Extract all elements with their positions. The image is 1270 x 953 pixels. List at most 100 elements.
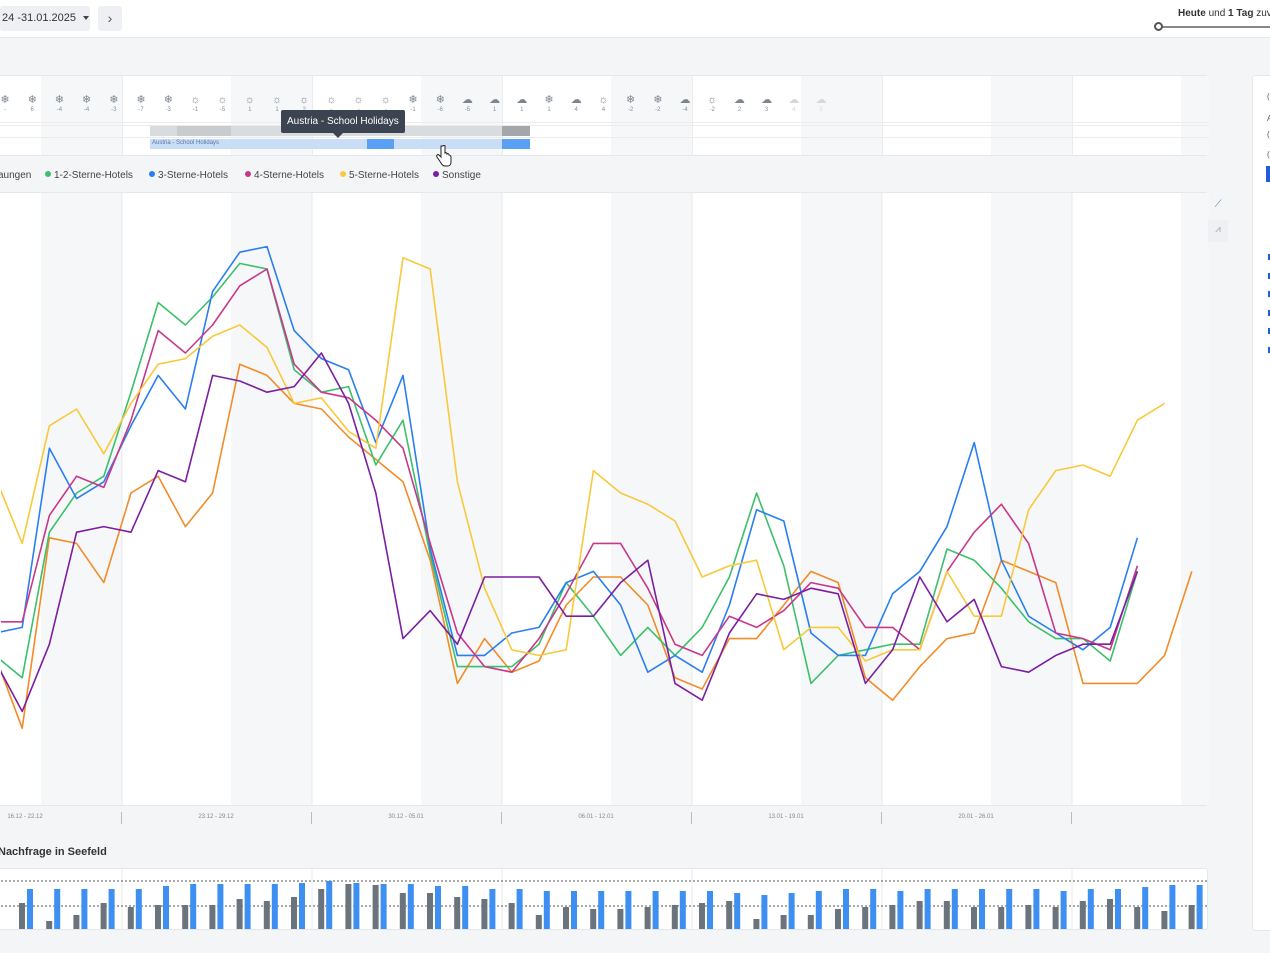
series-line[interactable] bbox=[1, 352, 1139, 713]
demand-bar-current[interactable] bbox=[951, 889, 958, 929]
demand-bar-previous[interactable] bbox=[263, 901, 270, 929]
series-line[interactable] bbox=[1, 257, 1166, 662]
demand-bar-previous[interactable] bbox=[155, 905, 161, 929]
series-line[interactable] bbox=[1, 262, 1139, 685]
demand-bar-current[interactable] bbox=[516, 889, 523, 929]
demand-bar-previous[interactable] bbox=[563, 907, 569, 929]
demand-bar-previous[interactable] bbox=[780, 915, 787, 929]
demand-bar-previous[interactable] bbox=[535, 915, 542, 929]
demand-bar-previous[interactable] bbox=[209, 905, 216, 929]
comparison-range-slider[interactable] bbox=[1154, 22, 1270, 31]
demand-bar-previous[interactable] bbox=[943, 901, 950, 929]
demand-bar-current[interactable] bbox=[271, 884, 278, 929]
demand-bar-current[interactable] bbox=[1006, 889, 1013, 929]
demand-bar-current[interactable] bbox=[598, 891, 605, 929]
demand-bar-current[interactable] bbox=[326, 881, 333, 929]
demand-bar-current[interactable] bbox=[1115, 889, 1121, 929]
demand-bar-previous[interactable] bbox=[127, 907, 134, 929]
demand-bar-previous[interactable] bbox=[427, 893, 433, 929]
demand-bar-current[interactable] bbox=[761, 895, 768, 929]
demand-bar-previous[interactable] bbox=[862, 907, 869, 929]
demand-bar-current[interactable] bbox=[734, 893, 741, 929]
demand-bar-previous[interactable] bbox=[46, 921, 53, 929]
next-period-button[interactable]: › bbox=[98, 6, 122, 31]
demand-bar-previous[interactable] bbox=[1134, 907, 1141, 929]
demand-bar-previous[interactable] bbox=[454, 897, 461, 929]
demand-bar-current[interactable] bbox=[924, 889, 931, 929]
demand-bar-previous[interactable] bbox=[182, 905, 189, 929]
demand-bar-current[interactable] bbox=[217, 884, 224, 929]
demand-bar-previous[interactable] bbox=[1025, 905, 1032, 929]
legend-item[interactable]: 4-Sterne-Hotels bbox=[245, 170, 324, 181]
event-bar-dark[interactable] bbox=[502, 126, 530, 136]
demand-bar-previous[interactable] bbox=[1052, 907, 1059, 929]
demand-bar-current[interactable] bbox=[190, 884, 197, 929]
demand-bar-current[interactable] bbox=[81, 889, 88, 929]
demand-bar-previous[interactable] bbox=[1161, 911, 1168, 929]
legend-item[interactable]: 1-2-Sterne-Hotels bbox=[45, 170, 133, 181]
demand-bar-previous[interactable] bbox=[699, 903, 705, 929]
demand-bar-previous[interactable] bbox=[372, 885, 379, 929]
demand-bar-current[interactable] bbox=[1196, 885, 1203, 929]
demand-bar-previous[interactable] bbox=[19, 903, 25, 929]
demand-bar-current[interactable] bbox=[543, 891, 550, 929]
demand-bar-current[interactable] bbox=[815, 891, 822, 929]
demand-bar-previous[interactable] bbox=[590, 909, 597, 929]
demand-bar-previous[interactable] bbox=[481, 899, 488, 929]
demand-bar-current[interactable] bbox=[897, 891, 904, 929]
demand-bar-current[interactable] bbox=[843, 889, 849, 929]
demand-bar-current[interactable] bbox=[1169, 885, 1176, 929]
demand-bar-current[interactable] bbox=[707, 891, 713, 929]
demand-bar-previous[interactable] bbox=[399, 893, 406, 929]
demand-bar-previous[interactable] bbox=[671, 905, 678, 929]
demand-bar-current[interactable] bbox=[870, 889, 877, 929]
demand-bar-previous[interactable] bbox=[1107, 899, 1113, 929]
demand-bar-previous[interactable] bbox=[807, 915, 814, 929]
event-bar[interactable] bbox=[177, 126, 231, 136]
demand-bar-current[interactable] bbox=[1142, 887, 1149, 929]
demand-bar-current[interactable] bbox=[1033, 889, 1040, 929]
series-line[interactable] bbox=[1, 245, 1139, 674]
demand-bar-previous[interactable] bbox=[508, 903, 515, 929]
demand-bar-previous[interactable] bbox=[726, 901, 733, 929]
legend-item[interactable]: aungen bbox=[0, 170, 31, 181]
demand-bar-previous[interactable] bbox=[998, 907, 1005, 929]
demand-bar-previous[interactable] bbox=[617, 909, 624, 929]
demand-bar-previous[interactable] bbox=[835, 909, 841, 929]
demand-bar-current[interactable] bbox=[353, 883, 360, 929]
slider-handle[interactable] bbox=[1154, 22, 1163, 31]
demand-bar-current[interactable] bbox=[380, 884, 387, 929]
demand-bar-previous[interactable] bbox=[1079, 901, 1086, 929]
demand-bar-previous[interactable] bbox=[73, 915, 80, 929]
demand-bar-previous[interactable] bbox=[318, 889, 325, 929]
demand-bar-current[interactable] bbox=[1087, 889, 1094, 929]
demand-bar-current[interactable] bbox=[979, 889, 985, 929]
demand-bar-previous[interactable] bbox=[1188, 905, 1195, 929]
demand-bar-current[interactable] bbox=[571, 891, 577, 929]
line-chart-icon[interactable]: ⟋ bbox=[1208, 195, 1228, 217]
demand-bar-previous[interactable] bbox=[916, 901, 923, 929]
demand-bar-previous[interactable] bbox=[971, 907, 977, 929]
demand-bar-previous[interactable] bbox=[345, 884, 352, 929]
demand-bar-current[interactable] bbox=[462, 886, 469, 929]
demand-bar-current[interactable] bbox=[299, 883, 305, 929]
demand-bar-current[interactable] bbox=[407, 884, 414, 929]
demand-bar-current[interactable] bbox=[163, 886, 169, 929]
demand-bar-previous[interactable] bbox=[291, 897, 297, 929]
demand-bar-previous[interactable] bbox=[644, 907, 651, 929]
demand-bar-current[interactable] bbox=[652, 891, 659, 929]
demand-bar-previous[interactable] bbox=[889, 905, 896, 929]
demand-bar-current[interactable] bbox=[54, 889, 61, 929]
demand-bar-current[interactable] bbox=[108, 889, 115, 929]
series-line[interactable] bbox=[1, 268, 1139, 674]
holiday-bar-highlight[interactable] bbox=[367, 139, 394, 149]
demand-bar-current[interactable] bbox=[135, 889, 142, 929]
demand-bar-current[interactable] bbox=[788, 893, 795, 929]
demand-bar-current[interactable] bbox=[625, 891, 632, 929]
stacked-chart-icon[interactable]: ⩘ bbox=[1208, 220, 1228, 242]
legend-item[interactable]: 3-Sterne-Hotels bbox=[149, 170, 228, 181]
date-range-select[interactable]: 24 -31.01.2025 bbox=[0, 6, 90, 31]
demand-bar-current[interactable] bbox=[679, 891, 686, 929]
demand-bar-previous[interactable] bbox=[753, 919, 760, 929]
demand-bar-previous[interactable] bbox=[100, 903, 107, 929]
